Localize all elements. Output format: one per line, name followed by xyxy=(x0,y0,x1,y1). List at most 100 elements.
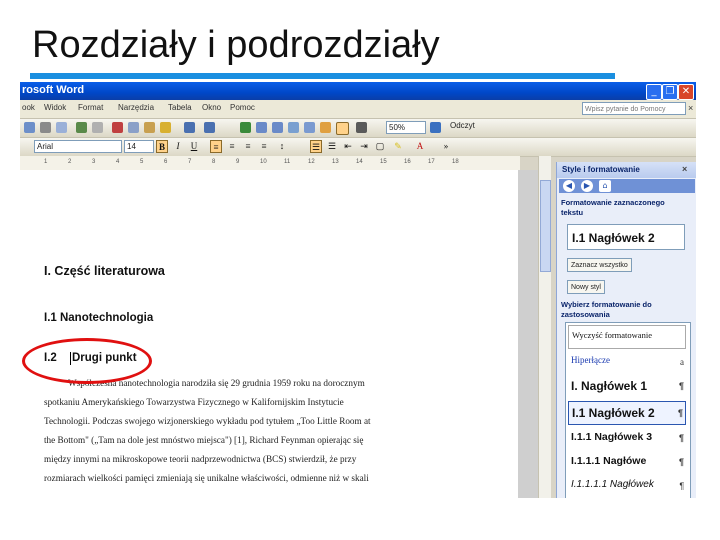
char-style-marker: a xyxy=(680,357,684,367)
research-icon[interactable] xyxy=(92,122,103,133)
style-label: Hiperłącze xyxy=(571,355,610,365)
menu-file[interactable]: ook xyxy=(22,103,35,112)
paste-icon[interactable] xyxy=(144,122,155,133)
red-highlight-oval xyxy=(22,338,152,384)
style-hyperlink[interactable]: Hiperłącze a xyxy=(568,351,686,375)
body-paragraph[interactable]: Współczesna nanotechnologia narodziła si… xyxy=(44,374,454,488)
style-heading-1[interactable]: I. Nagłówek 1 ¶ xyxy=(568,375,686,399)
insert-table-icon[interactable] xyxy=(272,122,283,133)
scrollbar-thumb[interactable] xyxy=(540,180,551,272)
new-doc-icon[interactable] xyxy=(24,122,35,133)
font-size-select[interactable]: 14 xyxy=(124,140,154,153)
tables-icon[interactable] xyxy=(256,122,267,133)
heading-1[interactable]: I. Część literaturowa xyxy=(44,264,165,278)
menu-table[interactable]: Tabela xyxy=(168,103,192,112)
menu-window[interactable]: Okno xyxy=(202,103,221,112)
italic-button[interactable]: I xyxy=(172,140,184,153)
print-icon[interactable] xyxy=(40,122,51,133)
spelling-icon[interactable] xyxy=(76,122,87,133)
menu-help[interactable]: Pomoc xyxy=(230,103,255,112)
maximize-button[interactable]: ❐ xyxy=(662,84,678,100)
style-heading-2[interactable]: I.1 Nagłówek 2 ¶ xyxy=(568,401,686,425)
highlight-icon[interactable]: ✎ xyxy=(392,140,404,153)
help-icon[interactable] xyxy=(430,122,441,133)
copy-icon[interactable] xyxy=(128,122,139,133)
ruler-tick: 2 xyxy=(68,159,72,165)
select-all-button[interactable]: Zaznacz wszystko xyxy=(567,258,632,272)
apply-formatting-label: Wybierz formatowanie do zastosowania xyxy=(561,300,652,319)
task-pane-nav: ◀ ▶ ⌂ xyxy=(559,179,695,193)
current-style-box[interactable]: I.1 Nagłówek 2 xyxy=(567,224,685,250)
bullets-icon[interactable]: ☰ xyxy=(326,140,338,153)
new-style-button[interactable]: Nowy styl xyxy=(567,280,605,294)
preview-icon[interactable] xyxy=(56,122,67,133)
align-left-icon[interactable]: ≡ xyxy=(210,140,222,153)
bold-button[interactable]: B xyxy=(156,140,168,153)
document-page[interactable]: I. Część literaturowa I.1 Nanotechnologi… xyxy=(20,170,518,498)
columns-icon[interactable] xyxy=(304,122,315,133)
font-color-icon[interactable]: A xyxy=(414,140,426,153)
selected-text-label: Formatowanie zaznaczonego tekstu xyxy=(561,198,665,217)
task-pane-close-icon[interactable]: × xyxy=(682,164,687,174)
ruler-tick: 16 xyxy=(404,159,411,165)
title-underline xyxy=(30,73,615,79)
undo-icon[interactable] xyxy=(184,122,195,133)
excel-icon[interactable] xyxy=(288,122,299,133)
ruler-tick: 10 xyxy=(260,159,267,165)
menu-format[interactable]: Format xyxy=(78,103,103,112)
underline-button[interactable]: U xyxy=(188,140,200,153)
border-icon[interactable]: ▢ xyxy=(374,140,386,153)
justify-icon[interactable]: ≡ xyxy=(258,140,270,153)
hyperlink-icon[interactable] xyxy=(240,122,251,133)
cut-icon[interactable] xyxy=(112,122,123,133)
align-right-icon[interactable]: ≡ xyxy=(242,140,254,153)
window-title: rosoft Word xyxy=(22,84,85,96)
ruler-tick: 17 xyxy=(428,159,435,165)
style-heading-5[interactable]: I.1.1.1.1 Nagłówek ¶ xyxy=(568,475,686,498)
style-heading-3[interactable]: I.1.1 Nagłówek 3 ¶ xyxy=(568,427,686,451)
format-painter-icon[interactable] xyxy=(160,122,171,133)
ruler-tick: 11 xyxy=(284,159,291,165)
task-pane-title: Style i formatowanie xyxy=(562,165,640,174)
back-icon[interactable]: ◀ xyxy=(563,180,575,192)
numbering-icon[interactable]: ☰ xyxy=(310,140,322,153)
ruler-tick: 12 xyxy=(308,159,315,165)
ruler-tick: 13 xyxy=(332,159,339,165)
paragraph-marker: ¶ xyxy=(677,408,683,418)
minimize-button[interactable]: _ xyxy=(646,84,662,100)
decrease-indent-icon[interactable]: ⇤ xyxy=(342,140,354,153)
styles-icon[interactable]: » xyxy=(440,140,452,153)
window-titlebar: rosoft Word _ ❐ ✕ xyxy=(20,82,696,100)
style-label: I. Nagłówek 1 xyxy=(571,379,648,393)
menu-tools[interactable]: Narzędzia xyxy=(118,103,154,112)
align-center-icon[interactable]: ≡ xyxy=(226,140,238,153)
style-heading-4[interactable]: I.1.1.1 Nagłówe ¶ xyxy=(568,451,686,475)
style-clear-formatting[interactable]: Wyczyść formatowanie xyxy=(568,325,686,349)
font-select[interactable]: Arial xyxy=(34,140,122,153)
show-marks-icon[interactable] xyxy=(356,122,367,133)
help-search-input[interactable]: Wpisz pytanie do Pomocy xyxy=(582,102,686,115)
style-label: I.1.1.1.1 Nagłówek xyxy=(571,479,654,490)
read-button[interactable]: Odczyt xyxy=(450,121,475,130)
body-line: the Bottom" („Tam na dole jest mnóstwo m… xyxy=(44,435,364,445)
ruler-tick: 15 xyxy=(380,159,387,165)
drawing-icon[interactable] xyxy=(320,122,331,133)
vertical-scrollbar[interactable] xyxy=(538,156,551,498)
page-margin-area xyxy=(518,170,538,498)
heading-2-nanotech[interactable]: I.1 Nanotechnologia xyxy=(44,312,153,324)
ruler-tick: 9 xyxy=(236,159,240,165)
forward-icon[interactable]: ▶ xyxy=(581,180,593,192)
ruler-tick: 1 xyxy=(44,159,48,165)
horizontal-ruler[interactable]: 1 2 3 4 5 6 7 8 9 10 11 12 13 14 15 16 1… xyxy=(20,156,520,171)
redo-icon[interactable] xyxy=(204,122,215,133)
help-close-icon[interactable]: × xyxy=(688,103,693,113)
menu-view[interactable]: Widok xyxy=(44,103,66,112)
line-spacing-icon[interactable]: ↕ xyxy=(276,140,288,153)
increase-indent-icon[interactable]: ⇥ xyxy=(358,140,370,153)
ruler-tick: 4 xyxy=(116,159,120,165)
home-icon[interactable]: ⌂ xyxy=(599,180,611,192)
zoom-select[interactable]: 50% xyxy=(386,121,426,134)
style-label: I.1.1 Nagłówek 3 xyxy=(571,431,653,443)
close-button[interactable]: ✕ xyxy=(678,84,694,100)
doc-map-icon[interactable] xyxy=(336,122,349,135)
